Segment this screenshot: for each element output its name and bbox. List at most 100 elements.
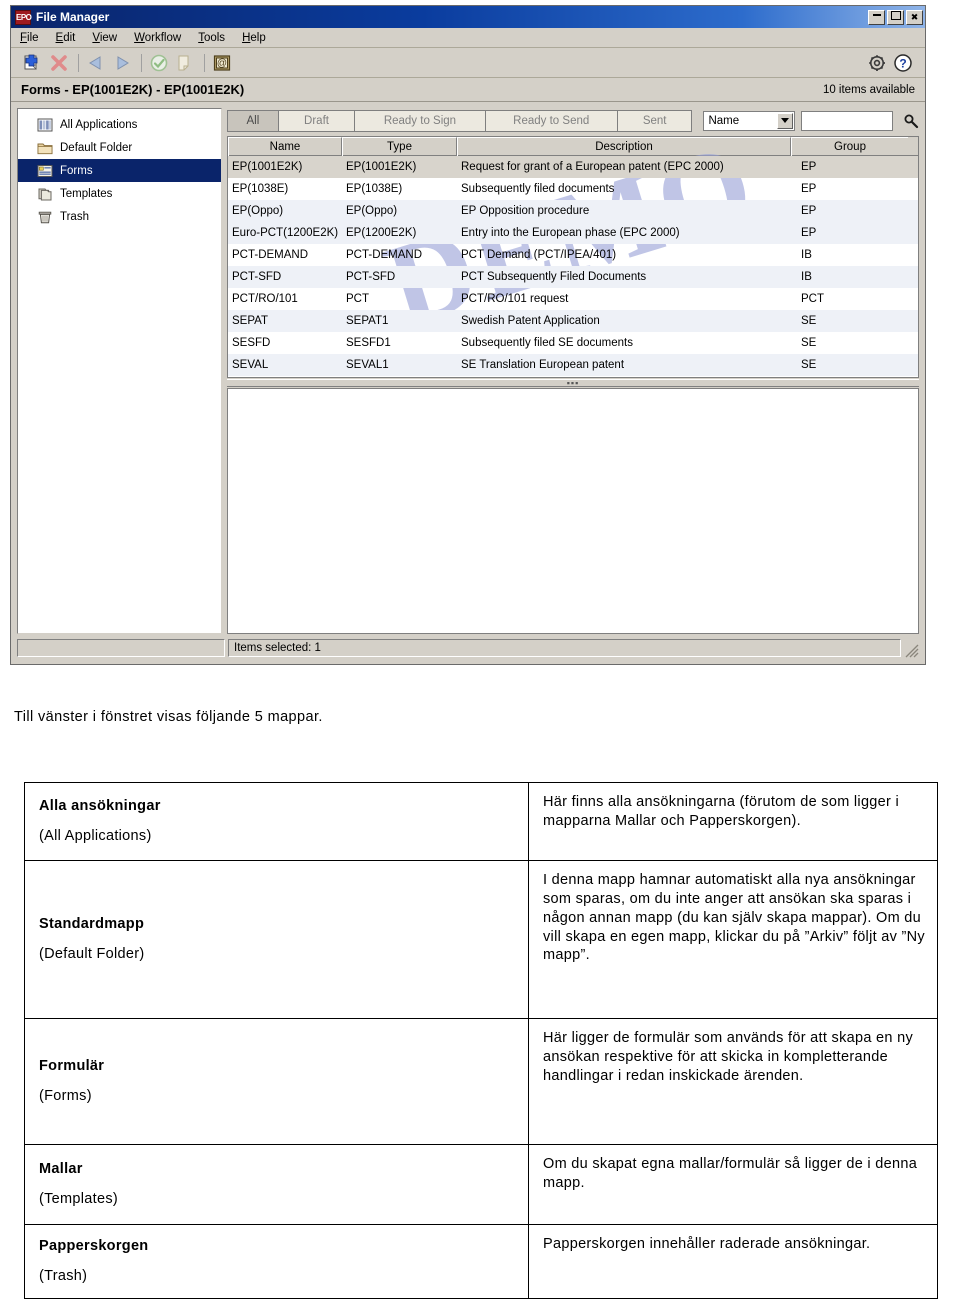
tree-item-trash[interactable]: Trash (18, 205, 221, 228)
menu-item-file[interactable]: File (20, 32, 39, 44)
column-header-group[interactable]: Group (791, 137, 908, 156)
close-button[interactable]: ✖ (906, 9, 923, 25)
maximize-button[interactable] (887, 9, 904, 25)
table-row[interactable]: PCT-DEMAND PCT-DEMAND PCT Demand (PCT/IP… (228, 244, 918, 266)
tree-item-default-folder[interactable]: Default Folder (18, 136, 221, 159)
filter-tab-ready-to-send[interactable]: Ready to Send (484, 109, 618, 132)
table-row[interactable]: Euro-PCT(1200E2K) EP(1200E2K) Entry into… (228, 222, 918, 244)
window-body: All Applications Default Folder Forms Te… (11, 102, 925, 634)
templates-icon (36, 186, 54, 202)
table-row[interactable]: EP(Oppo) EP(Oppo) EP Opposition procedur… (228, 200, 918, 222)
chevron-down-icon (776, 112, 793, 129)
cell-name: Euro-PCT(1200E2K) (232, 227, 339, 239)
folder-name-en: (Trash) (39, 1268, 88, 1284)
table-row[interactable]: PCT-SFD PCT-SFD PCT Subsequently Filed D… (228, 266, 918, 288)
folder-tree: All Applications Default Folder Forms Te… (17, 108, 222, 634)
help-question-icon[interactable]: ? (891, 52, 915, 74)
columns-icon (36, 117, 54, 133)
column-header-type[interactable]: Type (342, 137, 457, 156)
file-manager-window: EPO File Manager ✖ File Edit View Workfl… (10, 5, 926, 665)
cell-type: PCT-DEMAND (346, 249, 423, 261)
column-header-name[interactable]: Name (228, 137, 342, 156)
filter-tab-sent[interactable]: Sent (616, 109, 693, 132)
folder-icon (36, 140, 54, 156)
filter-tab-draft[interactable]: Draft (277, 109, 356, 132)
folder-name-en: (All Applications) (39, 828, 152, 844)
forward-arrow-icon (110, 52, 134, 74)
settings-gear-icon[interactable] (865, 52, 889, 74)
tree-item-label: All Applications (60, 118, 138, 131)
cell-type: EP(1001E2K) (346, 161, 417, 173)
folder-description-cell: Här finns alla ansökningarna (förutom de… (528, 782, 938, 861)
forms-icon (36, 163, 54, 179)
menu-item-edit[interactable]: Edit (56, 32, 76, 44)
menu-item-help[interactable]: Help (242, 32, 266, 44)
back-arrow-icon (84, 52, 108, 74)
page-icon (173, 52, 197, 74)
search-field-select-value: Name (708, 114, 740, 127)
cell-type: SESFD1 (346, 337, 391, 349)
folder-name-cell: Alla ansökningar (All Applications) (24, 782, 529, 861)
menu-item-view[interactable]: View (92, 32, 117, 44)
cell-description: PCT Subsequently Filed Documents (461, 271, 647, 283)
cell-type: EP(Oppo) (346, 205, 398, 217)
svg-text:?: ? (899, 56, 906, 70)
filter-tab-ready-to-sign[interactable]: Ready to Sign (354, 109, 486, 132)
cell-type: EP(1200E2K) (346, 227, 417, 239)
column-header-description[interactable]: Description (457, 137, 791, 156)
tree-item-templates[interactable]: Templates (18, 182, 221, 205)
cell-type: SEPAT1 (346, 315, 389, 327)
magnifier-icon[interactable] (903, 113, 919, 129)
cell-group: IB (801, 249, 812, 261)
filter-tab-all[interactable]: All (227, 109, 279, 132)
content-pane: All Draft Ready to Sign Ready to Send Se… (227, 108, 919, 634)
cell-group: SE (801, 359, 817, 371)
pane-splitter[interactable]: ▪▪▪ (227, 379, 919, 388)
folder-name-sv: Mallar (39, 1161, 83, 1178)
menu-item-workflow[interactable]: Workflow (134, 32, 181, 44)
breadcrumb: Forms - EP(1001E2K) - EP(1001E2K) (21, 82, 245, 97)
cell-name: EP(1038E) (232, 183, 289, 195)
tree-item-label: Trash (60, 210, 89, 223)
filter-bar: All Draft Ready to Sign Ready to Send Se… (227, 108, 919, 133)
table-row[interactable]: SEPAT SEPAT1 Swedish Patent Application … (228, 310, 918, 332)
toolbar: @ ? (11, 48, 925, 78)
folder-name-cell: Formulär (Forms) (24, 1018, 529, 1145)
svg-text:@: @ (217, 58, 227, 69)
cell-group: PCT (801, 293, 824, 305)
cell-group: EP (801, 227, 817, 239)
cell-description: EP Opposition procedure (461, 205, 590, 217)
folder-name-sv: Papperskorgen (39, 1238, 149, 1255)
forms-grid: DEMO Name Type Description Group EP(1001… (227, 136, 919, 378)
cell-group: SE (801, 315, 817, 327)
minimize-button[interactable] (868, 9, 885, 25)
cell-type: SEVAL1 (346, 359, 389, 371)
preview-pane (227, 388, 919, 634)
cell-group: EP (801, 183, 817, 195)
status-items-selected: Items selected: 1 (228, 639, 901, 657)
cell-name: SEVAL (232, 359, 269, 371)
new-document-icon[interactable] (21, 52, 45, 74)
email-icon[interactable]: @ (210, 52, 234, 74)
toolbar-separator (204, 53, 205, 72)
window-titlebar: EPO File Manager ✖ (11, 6, 925, 28)
cell-group: IB (801, 271, 812, 283)
folder-name-sv: Standardmapp (39, 916, 145, 933)
folder-name-cell: Papperskorgen (Trash) (24, 1224, 529, 1299)
tree-item-forms[interactable]: Forms (18, 159, 221, 182)
delete-icon (47, 52, 71, 74)
cell-name: EP(1001E2K) (232, 161, 303, 173)
table-row[interactable]: SEVAL SEVAL1 SE Translation European pat… (228, 354, 918, 376)
tree-item-all-applications[interactable]: All Applications (18, 113, 221, 136)
cell-type: PCT-SFD (346, 271, 396, 283)
search-input[interactable] (800, 110, 893, 131)
cell-type: PCT (346, 293, 369, 305)
table-row[interactable]: EP(1038E) EP(1038E) Subsequently filed d… (228, 178, 918, 200)
resize-grip-icon[interactable] (905, 644, 919, 658)
table-row[interactable]: EP(1001E2K) EP(1001E2K) Request for gran… (228, 156, 918, 178)
table-row[interactable]: PCT/RO/101 PCT PCT/RO/101 request PCT (228, 288, 918, 310)
cell-description: PCT/RO/101 request (461, 293, 569, 305)
search-field-select[interactable]: Name (703, 110, 795, 131)
table-row[interactable]: SESFD SESFD1 Subsequently filed SE docum… (228, 332, 918, 354)
menu-item-tools[interactable]: Tools (198, 32, 225, 44)
